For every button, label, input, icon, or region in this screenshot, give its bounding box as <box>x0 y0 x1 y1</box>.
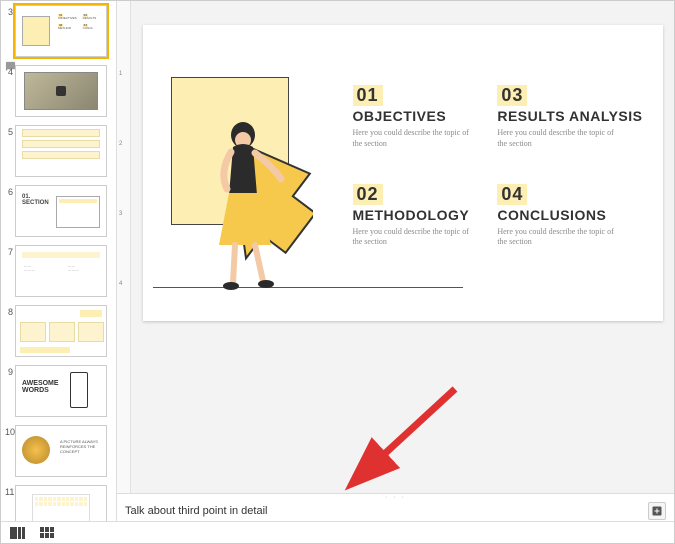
slide-thumbnail-panel[interactable]: 3 01OBJECTIVES03RESULTS 02METHOD04CONCL … <box>1 1 117 521</box>
slide-thumb-4[interactable] <box>15 65 107 117</box>
grid-view-button[interactable] <box>39 526 55 540</box>
section-02: 02 METHODOLOGY Here you could describe t… <box>353 184 476 249</box>
slide-thumb-7[interactable]: — —— — —— —— — — <box>15 245 107 297</box>
plus-icon <box>651 505 663 517</box>
thumb-number: 8 <box>5 305 15 317</box>
vertical-ruler: 1 2 3 4 <box>117 1 131 493</box>
slide-canvas[interactable]: 01 OBJECTIVES Here you could describe th… <box>143 25 663 321</box>
illustration <box>163 77 313 287</box>
content-grid: 01 OBJECTIVES Here you could describe th… <box>353 85 643 248</box>
thumb-number: 5 <box>5 125 15 137</box>
canvas-wrap[interactable]: 1 2 3 4 <box>117 1 674 493</box>
section-01: 01 OBJECTIVES Here you could describe th… <box>353 85 476 150</box>
slide-thumb-6[interactable]: 01.SECTION <box>15 185 107 237</box>
add-comment-button[interactable] <box>648 502 666 520</box>
filmstrip-view-button[interactable] <box>9 526 25 540</box>
view-toolbar <box>1 521 674 543</box>
thumb-number: 4 <box>5 65 15 77</box>
main-row: 3 01OBJECTIVES03RESULTS 02METHOD04CONCL … <box>1 1 674 521</box>
section-04: 04 CONCLUSIONS Here you could describe t… <box>497 184 642 249</box>
section-03: 03 RESULTS ANALYSIS Here you could descr… <box>497 85 642 150</box>
grid-icon <box>40 527 54 538</box>
thumb-number: 9 <box>5 365 15 377</box>
slide-thumb-9[interactable]: AWESOMEWORDS <box>15 365 107 417</box>
thumb-number: 7 <box>5 245 15 257</box>
annotation-arrow-icon <box>337 381 467 501</box>
slide-thumb-3[interactable]: 01OBJECTIVES03RESULTS 02METHOD04CONCL <box>15 5 107 57</box>
thumb-number: 11 <box>5 485 15 497</box>
speaker-notes-input[interactable] <box>125 505 642 517</box>
thumb-number: 10 <box>5 425 15 437</box>
app-shell: 3 01OBJECTIVES03RESULTS 02METHOD04CONCL … <box>0 0 675 544</box>
slide-thumb-10[interactable]: A PICTURE ALWAYS REINFORCES THE CONCEPT <box>15 425 107 477</box>
speaker-notes-panel: · · · <box>117 493 674 521</box>
thumb-number: 3 <box>5 5 15 17</box>
thumb-number: 6 <box>5 185 15 197</box>
slide-thumb-5[interactable] <box>15 125 107 177</box>
slide-thumb-8[interactable] <box>15 305 107 357</box>
editor-area: 1 2 3 4 <box>117 1 674 521</box>
filmstrip-icon <box>10 527 25 539</box>
slide-thumb-11[interactable] <box>15 485 107 521</box>
